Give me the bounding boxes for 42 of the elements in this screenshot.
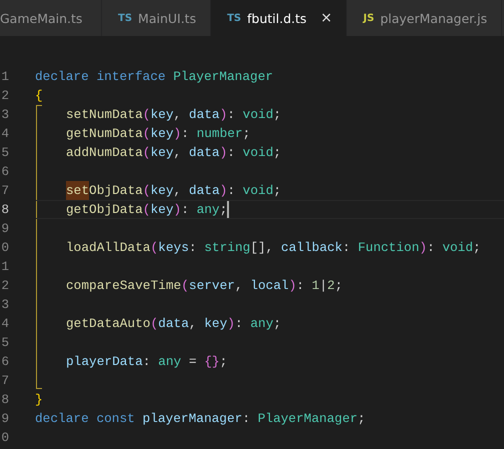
code-line: getDataAuto(data, key): any; [66,315,282,333]
line-number: 4 [0,315,9,333]
code-line: getObjData(key): any; [66,200,230,219]
editor-tab[interactable]: TS MainUI.ts [102,0,212,36]
text-cursor [227,201,230,218]
editor-tab[interactable]: JS playerManager.js [347,0,502,36]
line-number: 8 [0,201,9,219]
code-line: setObjData(key, data): void; [66,181,282,200]
line-number: 0 [0,429,9,447]
file-type-icon: JS [363,12,374,24]
line-number: 3 [0,296,9,314]
line-number: 2 [0,87,9,105]
code-line: loadAllData(keys: string[], callback: Function): void; [66,239,481,257]
line-number: 9 [0,410,9,428]
line-number: 6 [0,353,9,371]
file-type-icon: TS [227,12,242,24]
line-number: 1 [0,68,9,86]
editor-tab[interactable]: GameMain.ts [0,0,102,36]
line-number: 3 [0,106,9,124]
line-number: 1 [0,258,9,276]
line-number: 7 [0,372,9,390]
line-number: 5 [0,334,9,352]
code-line: compareSaveTime(server, local): 1|2; [66,277,343,295]
code-line: } [35,391,43,409]
code-line: addNumData(key, data): void; [66,144,282,162]
line-number: 5 [0,144,9,162]
line-number: 6 [0,163,9,181]
line-number: 9 [0,220,9,238]
code-line: getNumData(key): number; [66,125,250,143]
line-number: 7 [0,182,9,200]
code-line: declare interface PlayerManager [35,68,274,86]
code-line: declare const playerManager: PlayerManager; [35,410,366,428]
line-number: 0 [0,239,9,257]
code-line: { [35,87,43,105]
line-number: 8 [0,391,9,409]
editor-tab[interactable]: TS fbutil.d.ts × [211,0,348,36]
code-line: setNumData(key, data): void; [66,106,282,124]
code-line: playerData: any = {}; [66,353,228,371]
line-number: 2 [0,277,9,295]
line-number: 4 [0,125,9,143]
file-type-icon: TS [118,12,132,24]
close-icon[interactable]: × [320,10,332,26]
